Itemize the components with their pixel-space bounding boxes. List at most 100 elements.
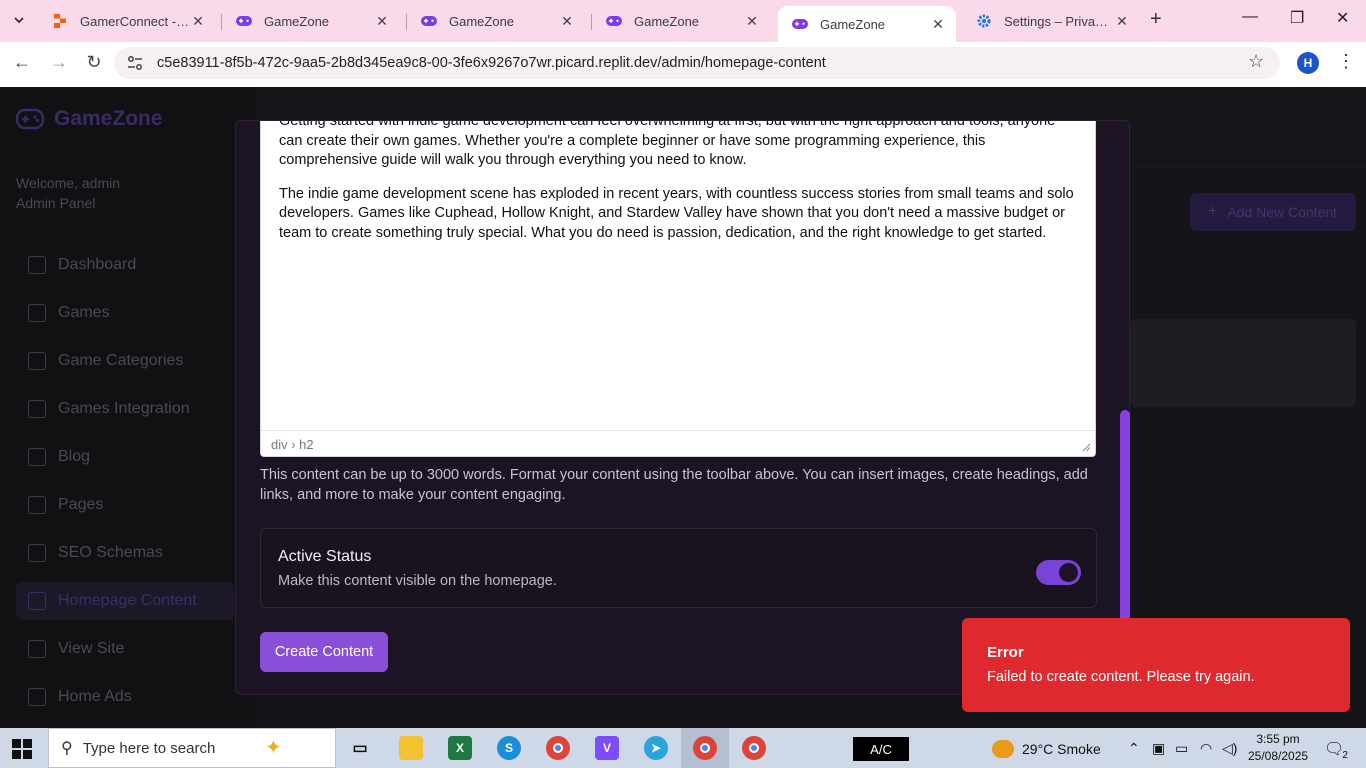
code-icon [28, 544, 46, 562]
close-window-icon[interactable]: ✕ [1336, 8, 1349, 28]
task-view-icon[interactable]: ▭ [348, 736, 372, 760]
close-tab-icon[interactable]: ✕ [1114, 13, 1130, 30]
active-status-toggle[interactable] [1036, 560, 1081, 585]
clock-date: 25/08/2025 [1248, 749, 1309, 763]
toast-title: Error [987, 644, 1024, 661]
sidebar-item-label: Homepage Content [58, 592, 197, 609]
sidebar: GameZone Welcome, admin Admin Panel Dash… [0, 87, 256, 728]
meet-now-icon[interactable]: ▣ [1152, 740, 1165, 757]
restore-icon[interactable]: ❐ [1290, 8, 1304, 28]
profile-avatar[interactable]: H [1297, 52, 1319, 74]
editor-paragraph: The indie game development scene has exp… [279, 185, 1074, 241]
browser-tab-1[interactable]: GamerConnect - Repl ✕ [38, 6, 216, 36]
bookmark-star-icon[interactable]: ☆ [1248, 51, 1264, 72]
system-clock[interactable]: 3:55 pm 25/08/2025 [1248, 731, 1308, 765]
close-tab-icon[interactable]: ✕ [744, 13, 760, 30]
clock-time: 3:55 pm [1256, 732, 1300, 746]
gamepad-icon [421, 13, 437, 29]
close-tab-icon[interactable]: ✕ [930, 16, 946, 33]
show-hidden-icons-chevron-icon[interactable]: ⌃ [1128, 740, 1140, 757]
create-content-button[interactable]: Create Content [260, 632, 388, 672]
gamepad-icon [28, 400, 46, 418]
close-tab-icon[interactable]: ✕ [559, 13, 575, 30]
skype-icon[interactable]: S [497, 736, 521, 760]
new-tab-button[interactable]: + [1150, 8, 1162, 31]
editor-content[interactable]: Getting started with indie game developm… [279, 121, 1079, 257]
telegram-icon[interactable]: ➤ [644, 736, 668, 760]
welcome-role: Admin Panel [16, 195, 96, 211]
chrome-icon[interactable] [546, 736, 570, 760]
file-icon [28, 496, 46, 514]
sidebar-item-games[interactable]: Games [16, 294, 234, 332]
tab-title: GameZone [449, 13, 515, 29]
gamepad-icon [28, 304, 46, 322]
browser-tab-4[interactable]: GameZone ✕ [592, 6, 770, 36]
file-explorer-icon[interactable] [399, 736, 423, 760]
content-card [1130, 319, 1356, 407]
file-text-icon [28, 592, 46, 610]
add-new-content-button[interactable]: + Add New Content [1190, 193, 1356, 231]
sidebar-item-label: Home Ads [58, 688, 132, 705]
copy-icon [28, 352, 46, 370]
browser-tab-2[interactable]: GameZone ✕ [222, 6, 400, 36]
sidebar-item-home-ads[interactable]: Home Ads [16, 678, 234, 716]
close-tab-icon[interactable]: ✕ [374, 13, 390, 30]
sidebar-item-dashboard[interactable]: Dashboard [16, 246, 234, 284]
book-icon [28, 448, 46, 466]
brand[interactable]: GameZone [16, 107, 163, 131]
browser-menu-icon[interactable]: ⋮ [1337, 51, 1355, 72]
chrome-profile-h-icon[interactable] [693, 736, 717, 760]
notification-center-icon[interactable]: 🗨2 [1324, 739, 1350, 761]
windows-start-icon[interactable] [12, 739, 32, 759]
vpn-app-icon[interactable]: V [595, 736, 619, 760]
active-status-description: Make this content visible on the homepag… [278, 573, 557, 589]
wifi-icon[interactable]: ◠ [1200, 740, 1212, 757]
tab-title: GamerConnect - Repl [80, 13, 190, 29]
browser-tab-3[interactable]: GameZone ✕ [407, 6, 585, 36]
ac-indicator[interactable]: A/C [853, 737, 909, 761]
reload-icon[interactable]: ↻ [82, 52, 106, 73]
chrome-profile-2-icon[interactable] [742, 736, 766, 760]
sidebar-item-label: View Site [58, 640, 125, 657]
editor-help-text: This content can be up to 3000 words. Fo… [260, 467, 1088, 503]
active-status-box: Active Status Make this content visible … [260, 528, 1097, 608]
welcome-user: Welcome, admin [16, 175, 121, 191]
resize-handle-icon[interactable] [1081, 442, 1091, 452]
browser-tab-6[interactable]: Settings – Privacy and ✕ [962, 6, 1140, 36]
search-icon: ⚲ [61, 740, 73, 757]
back-arrow-icon[interactable]: ← [10, 52, 34, 73]
battery-icon[interactable]: ▭ [1175, 740, 1188, 757]
sidebar-item-blog[interactable]: Blog [16, 438, 234, 476]
site-settings-icon[interactable] [126, 54, 144, 72]
sidebar-item-games-integration[interactable]: Games Integration [16, 390, 234, 428]
url-text[interactable]: c5e83911-8f5b-472c-9aa5-2b8d345ea9c8-00-… [157, 55, 826, 71]
tab-title: GameZone [820, 16, 886, 32]
image-icon [28, 688, 46, 706]
welcome-text: Welcome, admin Admin Panel [16, 173, 120, 213]
excel-icon[interactable]: X [448, 736, 472, 760]
taskbar-search-placeholder: Type here to search [82, 739, 216, 757]
sidebar-item-pages[interactable]: Pages [16, 486, 234, 524]
taskbar-search-input[interactable]: ⚲ Type here to search ✦ [48, 728, 336, 768]
gear-icon [976, 13, 992, 29]
weather-text: 29°C Smoke [1022, 741, 1101, 757]
minimize-icon[interactable]: — [1242, 8, 1258, 26]
volume-icon[interactable]: ◁) [1222, 740, 1237, 757]
sidebar-item-view-site[interactable]: View Site [16, 630, 234, 668]
admin-page: GameZone Welcome, admin Admin Panel Dash… [0, 87, 1366, 728]
browser-tab-5-active[interactable]: GameZone ✕ [778, 6, 956, 42]
sidebar-item-label: Games Integration [58, 400, 190, 417]
gamepad-logo-icon [16, 108, 44, 130]
rich-text-editor[interactable]: Getting started with indie game developm… [260, 121, 1096, 457]
sidebar-item-game-categories[interactable]: Game Categories [16, 342, 234, 380]
weather-widget[interactable]: 29°C Smoke [992, 740, 1101, 758]
sidebar-item-seo-schemas[interactable]: SEO Schemas [16, 534, 234, 572]
forward-arrow-icon[interactable]: → [47, 52, 71, 73]
sidebar-item-homepage-content[interactable]: Homepage Content [16, 582, 234, 620]
tab-search-button[interactable] [6, 6, 32, 34]
close-tab-icon[interactable]: ✕ [190, 13, 206, 30]
toast-message: Failed to create content. Please try aga… [987, 669, 1255, 685]
error-toast: Error Failed to create content. Please t… [962, 618, 1350, 712]
editor-paragraph: Getting started with indie game developm… [279, 121, 1056, 168]
dashboard-icon [28, 256, 46, 274]
